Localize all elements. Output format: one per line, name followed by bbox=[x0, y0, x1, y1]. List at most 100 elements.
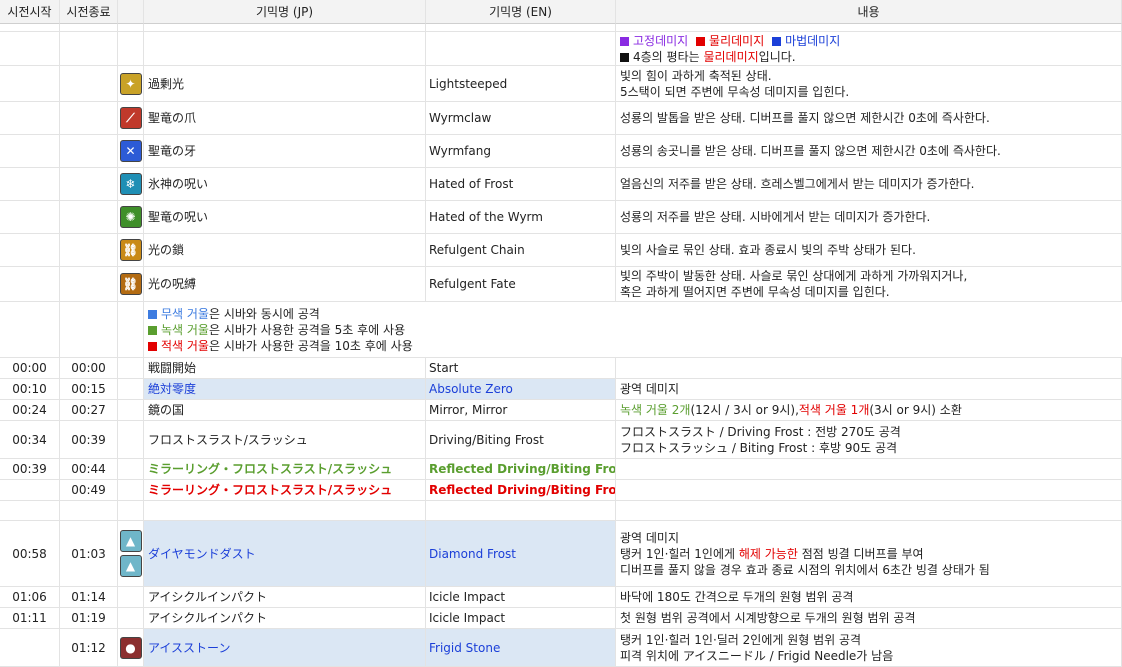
debuff-name-jp[interactable]: 光の鎖 bbox=[144, 234, 426, 267]
desc-line-1: 광역 데미지 bbox=[620, 530, 680, 545]
mirror-note-cell[interactable]: 무색 거울은 시바와 동시에 공격 녹색 거울은 시바가 사용한 공격을 5초 … bbox=[144, 302, 1122, 358]
mechanic-name-jp[interactable]: アイシクルインパクト bbox=[144, 587, 426, 608]
mechanic-description[interactable]: 광역 데미지 bbox=[616, 379, 1122, 400]
legend-physical-damage: 물리데미지 bbox=[709, 33, 765, 48]
mirror-note-colorless: 무색 거울은 시바와 동시에 공격 bbox=[148, 306, 320, 322]
mechanic-name-en[interactable]: Icicle Impact bbox=[426, 608, 616, 629]
cast-start-time[interactable] bbox=[0, 629, 60, 667]
debuff-name-jp[interactable]: 聖竜の呪い bbox=[144, 201, 426, 234]
cast-end-time[interactable]: 01:03 bbox=[60, 521, 118, 587]
legend-square-red bbox=[696, 36, 706, 46]
header-name-en[interactable]: 기믹명 (EN) bbox=[426, 0, 616, 24]
cast-end-time[interactable]: 00:39 bbox=[60, 421, 118, 459]
debuff-description[interactable]: 성룡의 저주를 받은 상태. 시바에게서 받는 데미지가 증가한다. bbox=[616, 201, 1122, 234]
mechanic-name-en[interactable]: Frigid Stone bbox=[426, 629, 616, 667]
mirror-note-red: 적색 거울은 시바가 사용한 공격을 10초 후에 사용 bbox=[148, 338, 413, 354]
debuff-name-jp[interactable]: 過剰光 bbox=[144, 66, 426, 102]
spacer-row bbox=[0, 501, 1122, 521]
cast-start-time[interactable]: 00:58 bbox=[0, 521, 60, 587]
debuff-name-en[interactable]: Wyrmclaw bbox=[426, 102, 616, 135]
refulgent-chain-icon: ⛓ bbox=[119, 239, 142, 261]
debuff-name-jp[interactable]: 氷神の呪い bbox=[144, 168, 426, 201]
mechanic-name-en[interactable]: Absolute Zero bbox=[426, 379, 616, 400]
mechanic-name-jp[interactable]: フロストスラスト/スラッシュ bbox=[144, 421, 426, 459]
debuff-description[interactable]: 성룡의 발톱을 받은 상태. 디버프를 풀지 않으면 제한시간 0초에 즉사한다… bbox=[616, 102, 1122, 135]
mechanic-name-jp[interactable]: アイスストーン bbox=[144, 629, 426, 667]
mechanic-description[interactable]: 탱커 1인·힐러 1인·딜러 2인에게 원형 범위 공격 피격 위치에 アイスニ… bbox=[616, 629, 1122, 667]
debuff-name-en[interactable]: Refulgent Fate bbox=[426, 267, 616, 302]
cast-end-time[interactable]: 00:44 bbox=[60, 459, 118, 480]
debuff-name-jp[interactable]: 光の呪縛 bbox=[144, 267, 426, 302]
header-icon[interactable] bbox=[118, 0, 144, 24]
cast-end-time[interactable]: 01:14 bbox=[60, 587, 118, 608]
refulgent-fate-icon: ⛓ bbox=[119, 273, 142, 295]
cast-start-time[interactable]: 00:34 bbox=[0, 421, 60, 459]
desc-line-2: 혹은 과하게 떨어지면 주변에 무속성 데미지를 입힌다. bbox=[620, 285, 890, 299]
icon-cell: ● bbox=[118, 629, 144, 667]
cast-start-time[interactable]: 01:11 bbox=[0, 608, 60, 629]
cast-start-time[interactable]: 00:10 bbox=[0, 379, 60, 400]
mechanic-description[interactable]: 바닥에 180도 간격으로 두개의 원형 범위 공격 bbox=[616, 587, 1122, 608]
mechanic-name-jp[interactable]: ミラーリング・フロストスラスト/スラッシュ bbox=[144, 459, 426, 480]
debuff-name-en[interactable]: Hated of the Wyrm bbox=[426, 201, 616, 234]
mechanic-name-jp[interactable]: ミラーリング・フロストスラスト/スラッシュ bbox=[144, 480, 426, 501]
cast-end-time[interactable]: 00:49 bbox=[60, 480, 118, 501]
cast-start-time[interactable]: 01:06 bbox=[0, 587, 60, 608]
mechanic-name-jp[interactable]: 鏡の国 bbox=[144, 400, 426, 421]
green-mirror-count: 녹색 거울 2개 bbox=[620, 403, 691, 417]
debuff-name-en[interactable]: Refulgent Chain bbox=[426, 234, 616, 267]
mechanic-name-en[interactable]: Diamond Frost bbox=[426, 521, 616, 587]
cast-end-time[interactable]: 00:00 bbox=[60, 358, 118, 379]
mechanic-name-en[interactable]: Mirror, Mirror bbox=[426, 400, 616, 421]
legend-cell[interactable]: 고정데미지 물리데미지 마법데미지 4층의 평타는 물리데미지입니다. bbox=[616, 32, 1122, 66]
mechanic-name-en[interactable]: Reflected Driving/Biting Frost bbox=[426, 480, 616, 501]
debuff-name-jp[interactable]: 聖竜の爪 bbox=[144, 102, 426, 135]
cast-start-time[interactable]: 00:24 bbox=[0, 400, 60, 421]
cast-end-time[interactable]: 00:15 bbox=[60, 379, 118, 400]
timeline-row-icicle-1: 01:06 01:14 アイシクルインパクト Icicle Impact 바닥에… bbox=[0, 587, 1122, 608]
debuff-name-jp[interactable]: 聖竜の牙 bbox=[144, 135, 426, 168]
mechanic-name-en[interactable]: Start bbox=[426, 358, 616, 379]
mechanic-name-en[interactable]: Driving/Biting Frost bbox=[426, 421, 616, 459]
cast-start-time[interactable] bbox=[0, 480, 60, 501]
mechanic-description[interactable]: 녹색 거울 2개 (12시 / 3시 or 9시), 적색 거울 1개 (3시 or… bbox=[616, 400, 1122, 421]
mechanic-description[interactable]: 광역 데미지 탱커 1인·힐러 1인에게 해제 가능한 점점 빙결 디버프를 부… bbox=[616, 521, 1122, 587]
desc-line-1: 얼음신의 저주를 받은 상태. 흐레스벨그에게서 받는 데미지가 증가한다. bbox=[620, 177, 975, 191]
debuff-description[interactable]: 빛의 힘이 과하게 축적된 상태. 5스택이 되면 주변에 무속성 데미지를 입힌… bbox=[616, 66, 1122, 102]
legend-square-purple bbox=[620, 36, 629, 46]
mechanic-name-en[interactable]: Reflected Driving/Biting Frost bbox=[426, 459, 616, 480]
timeline-row-reflect-green: 00:39 00:44 ミラーリング・フロストスラスト/スラッシュ Reflec… bbox=[0, 459, 1122, 480]
header-cast-end[interactable]: 시전종료 bbox=[60, 0, 118, 24]
debuff-name-en[interactable]: Hated of Frost bbox=[426, 168, 616, 201]
mechanic-name-jp[interactable]: 絶対零度 bbox=[144, 379, 426, 400]
mechanic-name-en[interactable]: Icicle Impact bbox=[426, 587, 616, 608]
debuff-name-en[interactable]: Lightsteeped bbox=[426, 66, 616, 102]
mechanic-description[interactable]: フロストスラスト / Driving Frost : 전방 270도 공격 フロ… bbox=[616, 421, 1122, 459]
spacer-row bbox=[0, 24, 1122, 32]
timeline-row-reflect-red: 00:49 ミラーリング・フロストスラスト/スラッシュ Reflected Dr… bbox=[0, 480, 1122, 501]
mechanic-name-jp[interactable]: 戦闘開始 bbox=[144, 358, 426, 379]
header-content[interactable]: 내용 bbox=[616, 0, 1122, 24]
debuff-name-en[interactable]: Wyrmfang bbox=[426, 135, 616, 168]
cast-end-time[interactable]: 01:12 bbox=[60, 629, 118, 667]
icon-cell: ✦ bbox=[118, 66, 144, 102]
header-cast-start[interactable]: 시전시작 bbox=[0, 0, 60, 24]
mechanic-name-jp[interactable]: ダイヤモンドダスト bbox=[144, 521, 426, 587]
legend-square-blue bbox=[772, 36, 782, 46]
cast-start-time[interactable]: 00:39 bbox=[0, 459, 60, 480]
cast-end-time[interactable]: 00:27 bbox=[60, 400, 118, 421]
mechanic-name-jp[interactable]: アイシクルインパクト bbox=[144, 608, 426, 629]
header-row: 시전시작 시전종료 기믹명 (JP) 기믹명 (EN) 내용 bbox=[0, 0, 1122, 24]
debuff-description[interactable]: 얼음신의 저주를 받은 상태. 흐레스벨그에게서 받는 데미지가 증가한다. bbox=[616, 168, 1122, 201]
cast-end-time[interactable]: 01:19 bbox=[60, 608, 118, 629]
frigid-stone-icon: ● bbox=[119, 636, 142, 659]
mechanic-description[interactable]: 첫 원형 범위 공격에서 시계방향으로 두개의 원형 범위 공격 bbox=[616, 608, 1122, 629]
header-name-jp[interactable]: 기믹명 (JP) bbox=[144, 0, 426, 24]
timeline-row-frost: 00:34 00:39 フロストスラスト/スラッシュ Driving/Bitin… bbox=[0, 421, 1122, 459]
cast-start-time[interactable]: 00:00 bbox=[0, 358, 60, 379]
icon-cell: ⛓ bbox=[118, 267, 144, 302]
debuff-description[interactable]: 빛의 주박이 발동한 상태. 사슬로 묶인 상대에게 과하게 가까워지거나, 혹은… bbox=[616, 267, 1122, 302]
debuff-row: ⟋ 聖竜の爪 Wyrmclaw 성룡의 발톱을 받은 상태. 디버프를 풀지 않으면 … bbox=[0, 102, 1122, 135]
debuff-description[interactable]: 빛의 사슬로 묶인 상태. 효과 종료시 빛의 주박 상태가 된다. bbox=[616, 234, 1122, 267]
debuff-description[interactable]: 성룡의 송곳니를 받은 상태. 디버프를 풀지 않으면 제한시간 0초에 즉사한… bbox=[616, 135, 1122, 168]
